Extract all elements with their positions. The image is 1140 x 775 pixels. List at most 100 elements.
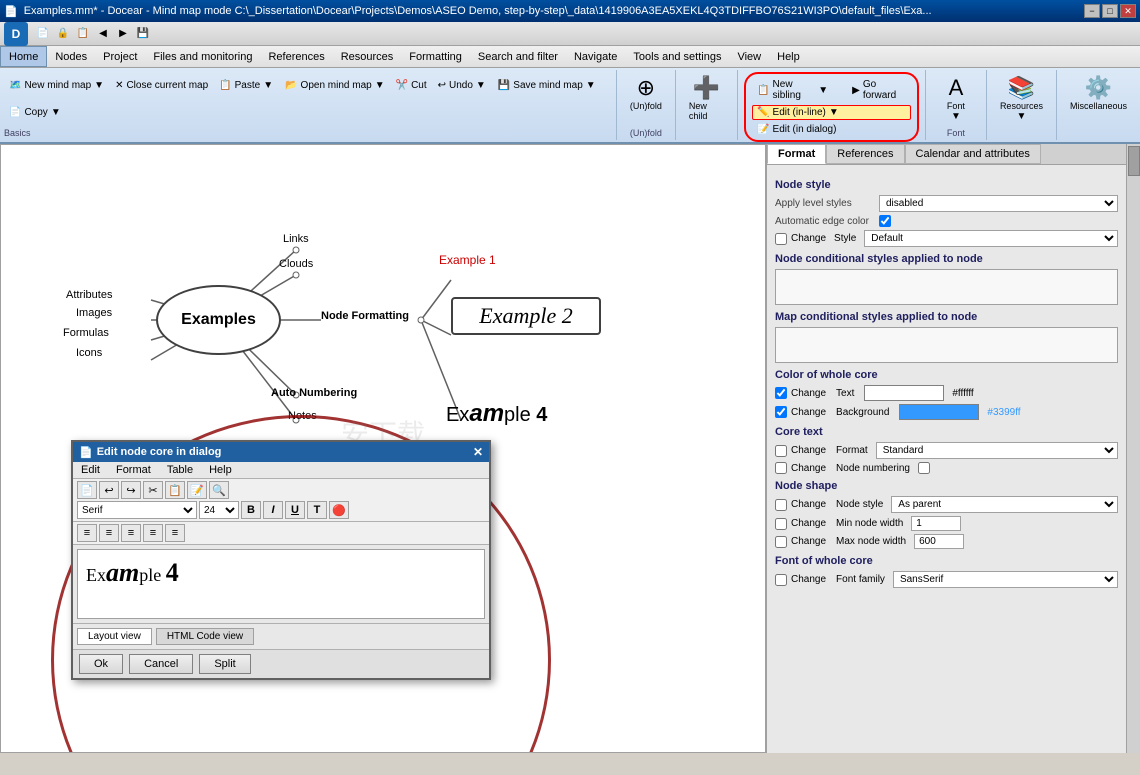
menu-home[interactable]: Home (0, 46, 47, 67)
max-node-width-input[interactable] (914, 534, 964, 549)
lock-quick-btn[interactable]: 🔒 (54, 25, 72, 43)
dialog-find-btn[interactable]: 🔍 (209, 481, 229, 499)
copy-btn[interactable]: 📄 Copy ▼ (4, 100, 66, 127)
node-numbering-checkbox[interactable] (918, 462, 930, 474)
paste-btn[interactable]: 📋 Paste ▼ (214, 72, 278, 99)
change-bg-checkbox[interactable] (775, 406, 787, 418)
change-min-width-checkbox[interactable] (775, 518, 787, 530)
html-code-view-tab[interactable]: HTML Code view (156, 628, 254, 645)
open-quick-btn[interactable]: 📋 (74, 25, 92, 43)
open-mind-map-btn[interactable]: 📂 Open mind map ▼ (280, 72, 390, 99)
change-font-family-checkbox[interactable] (775, 574, 787, 586)
save-mind-map-btn[interactable]: 💾 Save mind map ▼ (493, 72, 601, 99)
change-numbering-checkbox[interactable] (775, 462, 787, 474)
back-quick-btn[interactable]: ◀ (94, 25, 112, 43)
auto-numbering-node[interactable]: Auto Numbering (271, 387, 357, 399)
dialog-menu-format[interactable]: Format (108, 462, 159, 478)
align-center-btn[interactable]: ≡ (99, 524, 119, 542)
references-tab[interactable]: References (826, 144, 904, 164)
undo-btn[interactable]: ↩ Undo ▼ (433, 72, 491, 99)
notes-node[interactable]: Notes (288, 410, 317, 422)
layout-view-tab[interactable]: Layout view (77, 628, 152, 645)
menu-files-monitoring[interactable]: Files and monitoring (145, 46, 260, 67)
menu-view[interactable]: View (729, 46, 769, 67)
mindmap-canvas[interactable]: Examples Links Clouds Node Formatting At… (0, 144, 766, 753)
dialog-copy2-btn[interactable]: 📋 (165, 481, 185, 499)
misc-btn[interactable]: ⚙️ Miscellaneous (1065, 72, 1132, 114)
example4-node[interactable]: Example 4 (446, 400, 547, 428)
format-tab[interactable]: Format (767, 144, 826, 164)
style-select[interactable]: Default (864, 230, 1118, 247)
close-current-map-btn[interactable]: ✕ Close current map (110, 72, 213, 99)
dialog-new-btn[interactable]: 📄 (77, 481, 97, 499)
dialog-redo-btn[interactable]: ↪ (121, 481, 141, 499)
dialog-close-btn[interactable]: ✕ (473, 445, 483, 459)
italic-btn[interactable]: I (263, 501, 283, 519)
auto-edge-color-checkbox[interactable] (879, 215, 891, 227)
edit-inline-btn[interactable]: ✏️ Edit (in-line) ▼ (752, 105, 911, 120)
change-max-width-checkbox[interactable] (775, 536, 787, 548)
go-forward-btn[interactable]: ▶ Go forward (847, 77, 911, 103)
list-unordered-btn[interactable]: ≡ (143, 524, 163, 542)
align-left-btn[interactable]: ≡ (77, 524, 97, 542)
right-panel-scrollbar[interactable] (1126, 144, 1140, 753)
menu-resources[interactable]: Resources (333, 46, 402, 67)
unfold-btn[interactable]: ⊕ (Un)fold (625, 72, 667, 114)
clouds-node[interactable]: Clouds (279, 258, 313, 270)
dialog-paste2-btn[interactable]: 📝 (187, 481, 207, 499)
node-style-shape-select[interactable]: As parent (891, 496, 1118, 513)
font-family-select[interactable]: SansSerif (893, 571, 1118, 588)
dialog-font-select[interactable]: Serif (77, 501, 197, 519)
menu-tools-settings[interactable]: Tools and settings (625, 46, 729, 67)
attributes-node[interactable]: Attributes (66, 289, 112, 301)
font-btn[interactable]: A Font ▼ (936, 72, 976, 125)
change-shape-checkbox[interactable] (775, 499, 787, 511)
menu-navigate[interactable]: Navigate (566, 46, 625, 67)
menu-project[interactable]: Project (95, 46, 145, 67)
strikethrough-btn[interactable]: T (307, 501, 327, 519)
dialog-menu-table[interactable]: Table (159, 462, 201, 478)
dialog-cut-btn[interactable]: ✂ (143, 481, 163, 499)
menu-references[interactable]: References (260, 46, 332, 67)
maximize-button[interactable]: □ (1102, 4, 1118, 18)
menu-formatting[interactable]: Formatting (401, 46, 470, 67)
dialog-menu-edit[interactable]: Edit (73, 462, 108, 478)
background-color-swatch[interactable] (899, 404, 979, 420)
save-quick-btn[interactable]: 💾 (134, 25, 152, 43)
new-mind-map-btn[interactable]: 🗺️ New mind map ▼ (4, 72, 109, 99)
dialog-undo-btn[interactable]: ↩ (99, 481, 119, 499)
resources-btn[interactable]: 📚 Resources ▼ (995, 72, 1048, 125)
images-node[interactable]: Images (76, 307, 112, 319)
scrollbar-thumb[interactable] (1128, 146, 1140, 176)
links-node[interactable]: Links (283, 233, 309, 245)
center-node[interactable]: Examples (156, 285, 281, 355)
cancel-button[interactable]: Cancel (129, 654, 193, 674)
list-ordered-btn[interactable]: ≡ (165, 524, 185, 542)
dialog-size-select[interactable]: 24 (199, 501, 239, 519)
formulas-node[interactable]: Formulas (63, 327, 109, 339)
align-right-btn[interactable]: ≡ (121, 524, 141, 542)
change-text-checkbox[interactable] (775, 387, 787, 399)
underline-btn[interactable]: U (285, 501, 305, 519)
calendar-attributes-tab[interactable]: Calendar and attributes (905, 144, 1041, 164)
ok-button[interactable]: Ok (79, 654, 123, 674)
new-file-quick-btn[interactable]: 📄 (34, 25, 52, 43)
dialog-content-area[interactable]: Example 4 (77, 549, 485, 619)
menu-nodes[interactable]: Nodes (47, 46, 95, 67)
node-formatting-node[interactable]: Node Formatting (321, 310, 409, 322)
cut-btn[interactable]: ✂️ Cut (391, 72, 432, 99)
text-color-swatch[interactable] (864, 385, 944, 401)
format-select[interactable]: Standard (876, 442, 1118, 459)
icons-node[interactable]: Icons (76, 347, 102, 359)
new-sibling-btn[interactable]: 📋 New sibling ▼ (752, 77, 833, 103)
close-button[interactable]: ✕ (1120, 4, 1136, 18)
apply-level-styles-select[interactable]: disabled (879, 195, 1118, 212)
menu-search-filter[interactable]: Search and filter (470, 46, 566, 67)
forward-quick-btn[interactable]: ▶ (114, 25, 132, 43)
minimize-button[interactable]: − (1084, 4, 1100, 18)
dialog-menu-help[interactable]: Help (201, 462, 240, 478)
min-node-width-input[interactable] (911, 516, 961, 531)
bold-btn[interactable]: B (241, 501, 261, 519)
edit-dialog-btn[interactable]: 📝 Edit (in dialog) (752, 122, 911, 137)
change-format-checkbox[interactable] (775, 445, 787, 457)
